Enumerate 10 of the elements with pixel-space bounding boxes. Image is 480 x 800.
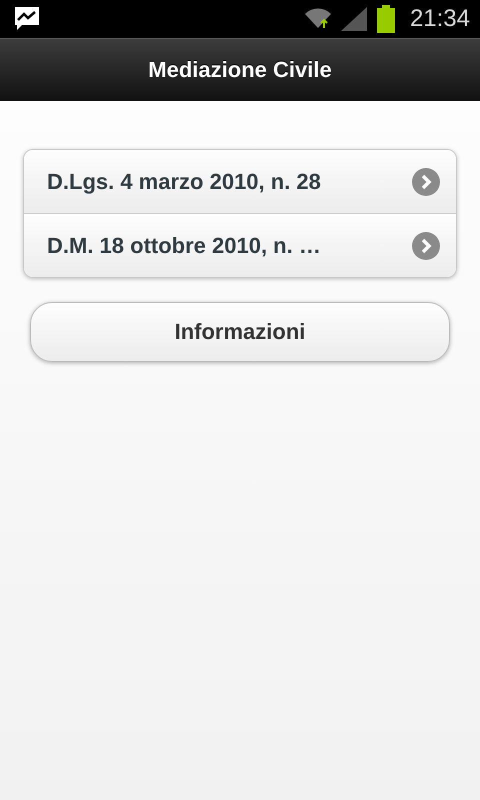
list-item[interactable]: D.M. 18 ottobre 2010, n. …	[24, 213, 456, 277]
battery-icon	[376, 5, 396, 33]
app-title: Mediazione Civile	[148, 57, 332, 83]
clock-time: 21:34	[410, 5, 470, 33]
signal-icon	[340, 6, 368, 32]
chevron-icon	[412, 232, 440, 260]
info-button[interactable]: Informazioni	[30, 302, 450, 362]
chevron-icon	[412, 168, 440, 196]
messenger-icon	[14, 6, 40, 32]
list-item[interactable]: D.Lgs. 4 marzo 2010, n. 28	[24, 150, 456, 213]
